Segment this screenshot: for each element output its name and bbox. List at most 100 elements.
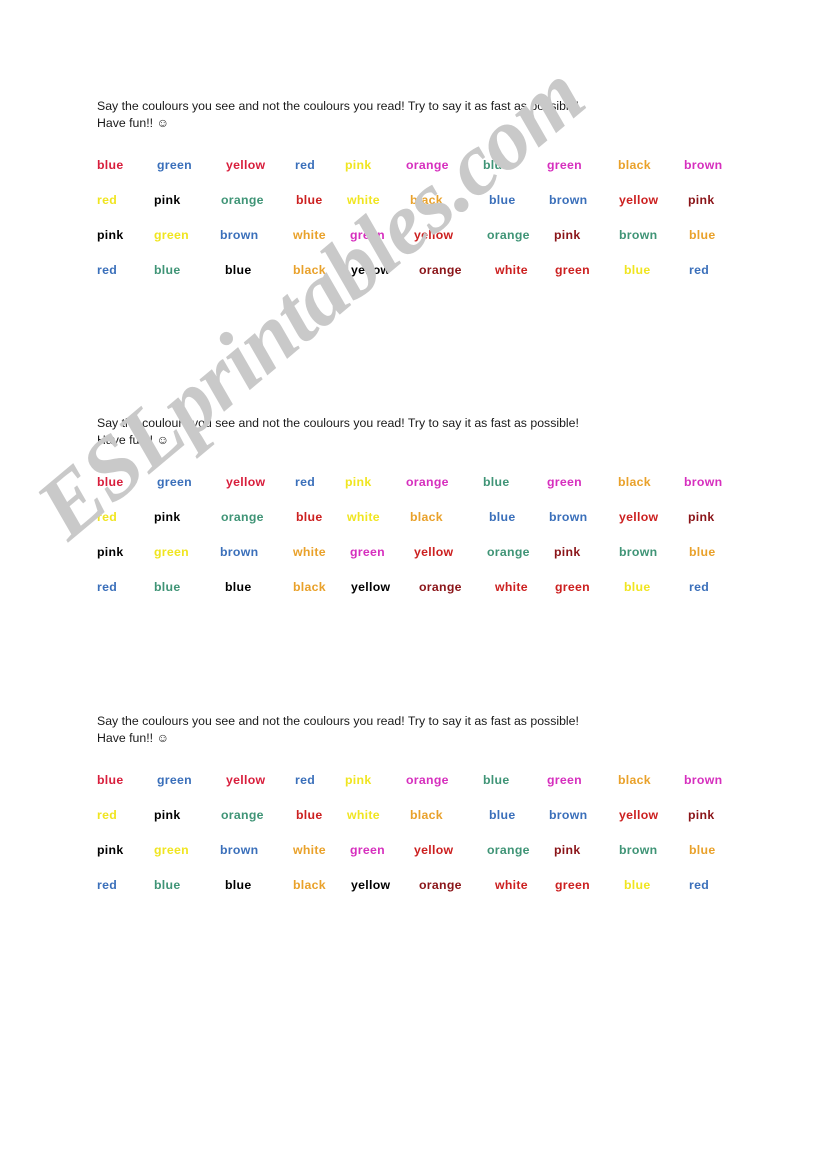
- colour-word: yellow: [226, 475, 266, 489]
- instructions-text: Say the coulours you see and not the cou…: [97, 99, 579, 130]
- colour-word: green: [157, 773, 192, 787]
- colour-word: yellow: [351, 263, 391, 277]
- colour-word: pink: [554, 843, 581, 857]
- colour-word: brown: [619, 843, 658, 857]
- colour-word: blue: [154, 263, 181, 277]
- colour-word: black: [410, 510, 443, 524]
- colour-word: yellow: [351, 580, 391, 594]
- colour-word: blue: [489, 193, 516, 207]
- colour-word: blue: [296, 193, 323, 207]
- colour-word: green: [547, 475, 582, 489]
- colour-word: blue: [154, 878, 181, 892]
- colour-word: yellow: [619, 510, 659, 524]
- colour-word: pink: [97, 843, 124, 857]
- colour-word: pink: [554, 545, 581, 559]
- colour-word: yellow: [226, 158, 266, 172]
- colour-word: white: [495, 580, 528, 594]
- colour-word: orange: [406, 773, 449, 787]
- colour-word: brown: [684, 158, 723, 172]
- instructions-text: Say the coulours you see and not the cou…: [97, 714, 579, 745]
- colour-word-row: pink green brown white green yellow orange pink…: [97, 544, 747, 579]
- colour-word: white: [347, 808, 380, 822]
- colour-word: orange: [406, 158, 449, 172]
- colour-word: blue: [483, 475, 510, 489]
- colour-word: pink: [97, 228, 124, 242]
- colour-word: orange: [419, 580, 462, 594]
- instructions-text: Say the coulours you see and not the cou…: [97, 416, 579, 447]
- colour-word: green: [154, 843, 189, 857]
- colour-word: blue: [689, 228, 716, 242]
- colour-word: blue: [225, 263, 252, 277]
- colour-word: orange: [221, 193, 264, 207]
- colour-word: brown: [619, 545, 658, 559]
- colour-word: red: [689, 580, 710, 594]
- colour-word: green: [555, 878, 590, 892]
- colour-word: green: [154, 545, 189, 559]
- colour-word: white: [495, 878, 528, 892]
- colour-word: brown: [549, 510, 588, 524]
- colour-word: pink: [554, 228, 581, 242]
- colour-word: orange: [487, 843, 530, 857]
- colour-word: pink: [688, 193, 715, 207]
- colour-word: white: [293, 843, 326, 857]
- colour-word: green: [547, 773, 582, 787]
- colour-word: green: [547, 158, 582, 172]
- colour-word: blue: [97, 475, 124, 489]
- colour-word: red: [97, 878, 118, 892]
- colour-word: pink: [345, 773, 372, 787]
- colour-word-row: blue green yellow red pink orange blue green bla…: [97, 474, 747, 509]
- colour-word: brown: [549, 808, 588, 822]
- colour-word: brown: [220, 843, 259, 857]
- colour-word: orange: [419, 263, 462, 277]
- colour-word: yellow: [351, 878, 391, 892]
- colour-word-row: blue green yellow red pink orange blue green bla…: [97, 772, 747, 807]
- colour-word: pink: [97, 545, 124, 559]
- colour-word: green: [555, 263, 590, 277]
- colour-word: blue: [296, 808, 323, 822]
- colour-word-row: red pink orange blue white black blue brown yell…: [97, 807, 747, 842]
- colour-word: blue: [483, 773, 510, 787]
- worksheet-block-2: Say the coulours you see and not the cou…: [97, 415, 747, 614]
- colour-word: green: [157, 475, 192, 489]
- colour-word: blue: [296, 510, 323, 524]
- colour-word: orange: [221, 510, 264, 524]
- colour-word: orange: [487, 545, 530, 559]
- colour-word: pink: [688, 510, 715, 524]
- colour-word-grid: blue green yellow red pink orange blue green bla…: [97, 157, 747, 297]
- colour-word: blue: [624, 263, 651, 277]
- colour-word-row: pink green brown white green yellow orange pink…: [97, 842, 747, 877]
- colour-word-grid: blue green yellow red pink orange blue green bla…: [97, 772, 747, 912]
- colour-word: black: [618, 773, 651, 787]
- colour-word: blue: [489, 808, 516, 822]
- colour-word: brown: [619, 228, 658, 242]
- colour-word: brown: [220, 228, 259, 242]
- colour-word: black: [410, 808, 443, 822]
- colour-word: brown: [684, 475, 723, 489]
- colour-word: red: [295, 158, 316, 172]
- colour-word: green: [555, 580, 590, 594]
- colour-word: green: [350, 228, 385, 242]
- colour-word: black: [293, 580, 326, 594]
- colour-word: pink: [154, 193, 181, 207]
- colour-word: green: [350, 843, 385, 857]
- colour-word-row: red blue blue black yellow orange white green bl…: [97, 262, 747, 297]
- colour-word: blue: [624, 878, 651, 892]
- colour-word: pink: [688, 808, 715, 822]
- colour-word: blue: [689, 843, 716, 857]
- colour-word: red: [689, 263, 710, 277]
- colour-word: brown: [684, 773, 723, 787]
- colour-word: white: [293, 545, 326, 559]
- colour-word: orange: [419, 878, 462, 892]
- colour-word: green: [157, 158, 192, 172]
- colour-word: yellow: [414, 545, 454, 559]
- colour-word: white: [347, 193, 380, 207]
- colour-word: green: [350, 545, 385, 559]
- colour-word-row: red pink orange blue white black blue brown yell…: [97, 509, 747, 544]
- colour-word: blue: [624, 580, 651, 594]
- colour-word: red: [97, 193, 118, 207]
- colour-word: blue: [489, 510, 516, 524]
- colour-word: brown: [549, 193, 588, 207]
- colour-word: red: [97, 808, 118, 822]
- colour-word-grid: blue green yellow red pink orange blue green bla…: [97, 474, 747, 614]
- colour-word: yellow: [619, 808, 659, 822]
